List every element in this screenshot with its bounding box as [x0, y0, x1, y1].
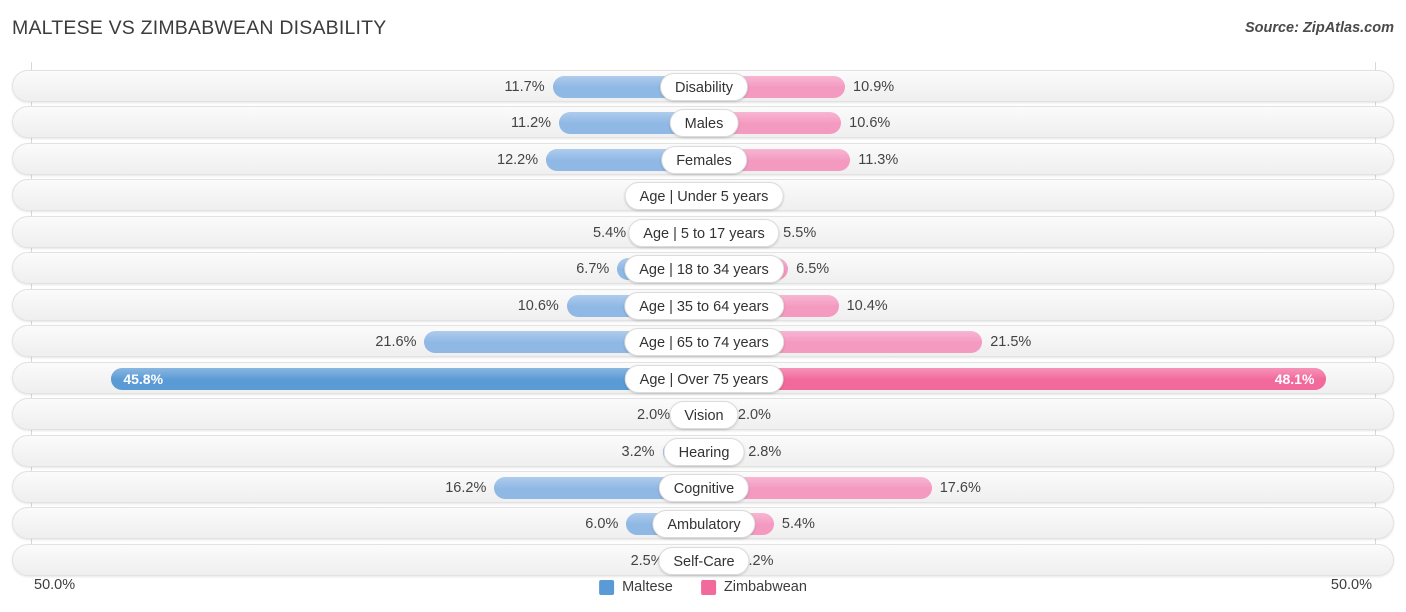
category-label[interactable]: Disability [659, 73, 749, 101]
value-label-maltese: 12.2% [497, 151, 539, 168]
category-label[interactable]: Age | Under 5 years [624, 182, 784, 211]
category-label[interactable]: Age | 5 to 17 years [628, 218, 780, 247]
value-label-maltese: 11.7% [504, 79, 545, 95]
chart-row-inner: 45.8% 48.1% Age | Over 75 years [13, 363, 1393, 393]
chart-row-inner: 6.7% 6.5% Age | 18 to 34 years [13, 253, 1393, 284]
value-label-zimbabwean: 5.5% [783, 224, 817, 241]
value-label-maltese: 6.0% [585, 516, 619, 533]
chart-row-inner: 10.6% 10.4% Age | 35 to 64 years [13, 290, 1393, 320]
axis-label-right: 50.0% [1330, 577, 1372, 593]
value-label-maltese: 1.3% [13, 180, 679, 212]
chart-row-inner: 11.2% 10.6% Males [13, 107, 1393, 138]
value-label-maltese: 10.6% [517, 297, 559, 314]
value-label-maltese: 45.8% [123, 370, 164, 387]
category-label[interactable]: Ambulatory [652, 510, 756, 539]
chart-row-inner: 1.3%1.2%Age | Under 5 years [13, 180, 1393, 212]
category-label[interactable]: Males [669, 109, 739, 138]
chart-row-inner: 2.0% 2.0% Vision [13, 399, 1393, 430]
chart-row-inner: 6.0% 5.4% Ambulatory [13, 508, 1393, 539]
category-label[interactable]: Self-Care [658, 546, 750, 575]
chart-legend: Maltese Zimbabwean [599, 575, 807, 599]
chart-row[interactable]: 10.6% 10.4% Age | 35 to 64 years [12, 288, 1394, 321]
value-label-maltese: 2.0% [637, 407, 671, 424]
value-label-zimbabwean: 5.4% [781, 516, 815, 533]
chart-row[interactable]: 11.7% 10.9% Disability [12, 70, 1394, 102]
category-label[interactable]: Cognitive [658, 473, 750, 502]
value-label-zimbabwean: 11.3% [858, 151, 899, 168]
value-label-maltese: 11.2% [511, 115, 552, 132]
legend-item[interactable]: Zimbabwean [700, 579, 807, 595]
chart-row-inner: 3.2% 2.8% Hearing [13, 436, 1393, 466]
value-label-zimbabwean: 2.8% [748, 443, 782, 460]
category-label[interactable]: Age | Over 75 years [624, 364, 784, 393]
value-label-zimbabwean: 48.1% [1274, 370, 1315, 387]
value-label-zimbabwean: 10.4% [846, 297, 888, 314]
category-label[interactable]: Age | 18 to 34 years [624, 255, 784, 284]
value-label-zimbabwean: 17.6% [939, 479, 981, 496]
value-label-zimbabwean: 6.5% [796, 261, 830, 278]
chart-footer: 50.0% Maltese Zimbabwean 50.0% [0, 575, 1406, 612]
chart-row-inner: 2.5% 2.2% Self-Care [13, 545, 1393, 575]
chart-page: MALTESE VS ZIMBABWEAN DISABILITY Source:… [0, 0, 1406, 612]
chart-row[interactable]: 6.0% 5.4% Ambulatory [12, 507, 1394, 540]
chart-row[interactable]: 5.4% 5.5% Age | 5 to 17 years [12, 215, 1394, 248]
value-label-maltese: 16.2% [445, 479, 487, 496]
chart-row[interactable]: 6.7% 6.5% Age | 18 to 34 years [12, 252, 1394, 285]
chart-row-inner: 16.2% 17.6% Cognitive [13, 472, 1393, 502]
chart-row-inner: 5.4% 5.5% Age | 5 to 17 years [13, 217, 1393, 247]
chart-row-inner: 11.7% 10.9% Disability [13, 71, 1393, 101]
legend-item[interactable]: Maltese [599, 579, 673, 595]
chart-row[interactable]: 1.3%1.2%Age | Under 5 years [12, 179, 1394, 212]
chart-row[interactable]: 3.2% 2.8% Hearing [12, 434, 1394, 467]
chart-plot-area: 11.7% 10.9% Disability 11.2% 10.6% Males 12.2%… [0, 62, 1406, 576]
value-label-maltese: 6.7% [576, 261, 610, 278]
bar-sheen [111, 367, 704, 379]
value-label-maltese: 3.2% [621, 443, 655, 460]
category-label[interactable]: Age | 35 to 64 years [624, 291, 784, 320]
bar-maltese[interactable] [111, 367, 704, 390]
category-label[interactable]: Hearing [663, 437, 745, 466]
page-title: MALTESE VS ZIMBABWEAN DISABILITY [12, 17, 387, 39]
chart-row[interactable]: 11.2% 10.6% Males [12, 106, 1394, 139]
legend-swatch-icon [700, 579, 716, 595]
value-label-maltese: 21.6% [375, 334, 417, 351]
value-label-zimbabwean: 10.9% [853, 79, 895, 95]
category-label[interactable]: Vision [669, 401, 739, 430]
value-label-zimbabwean: 21.5% [990, 334, 1032, 351]
value-label-zimbabwean: 10.6% [849, 115, 891, 132]
chart-row-inner: 21.6% 21.5% Age | 65 to 74 years [13, 326, 1393, 357]
chart-row[interactable]: 2.5% 2.2% Self-Care [12, 543, 1394, 576]
value-label-maltese: 5.4% [593, 224, 627, 241]
chart-row[interactable]: 16.2% 17.6% Cognitive [12, 470, 1394, 503]
chart-row[interactable]: 21.6% 21.5% Age | 65 to 74 years [12, 325, 1394, 358]
chart-row[interactable]: 2.0% 2.0% Vision [12, 398, 1394, 431]
value-label-maltese: 2.5% [630, 552, 664, 569]
legend-swatch-icon [599, 579, 615, 595]
value-label-zimbabwean: 2.0% [737, 407, 771, 424]
chart-row[interactable]: 12.2% 11.3% Females [12, 142, 1394, 175]
category-label[interactable]: Females [661, 145, 747, 174]
chart-row[interactable]: 45.8% 48.1% Age | Over 75 years [12, 361, 1394, 394]
legend-label: Zimbabwean [723, 579, 807, 595]
source-attribution: Source: ZipAtlas.com [1244, 20, 1394, 36]
legend-label: Maltese [622, 579, 673, 595]
axis-label-left: 50.0% [34, 577, 76, 593]
category-label[interactable]: Age | 65 to 74 years [624, 328, 784, 357]
chart-row-inner: 12.2% 11.3% Females [13, 144, 1393, 174]
